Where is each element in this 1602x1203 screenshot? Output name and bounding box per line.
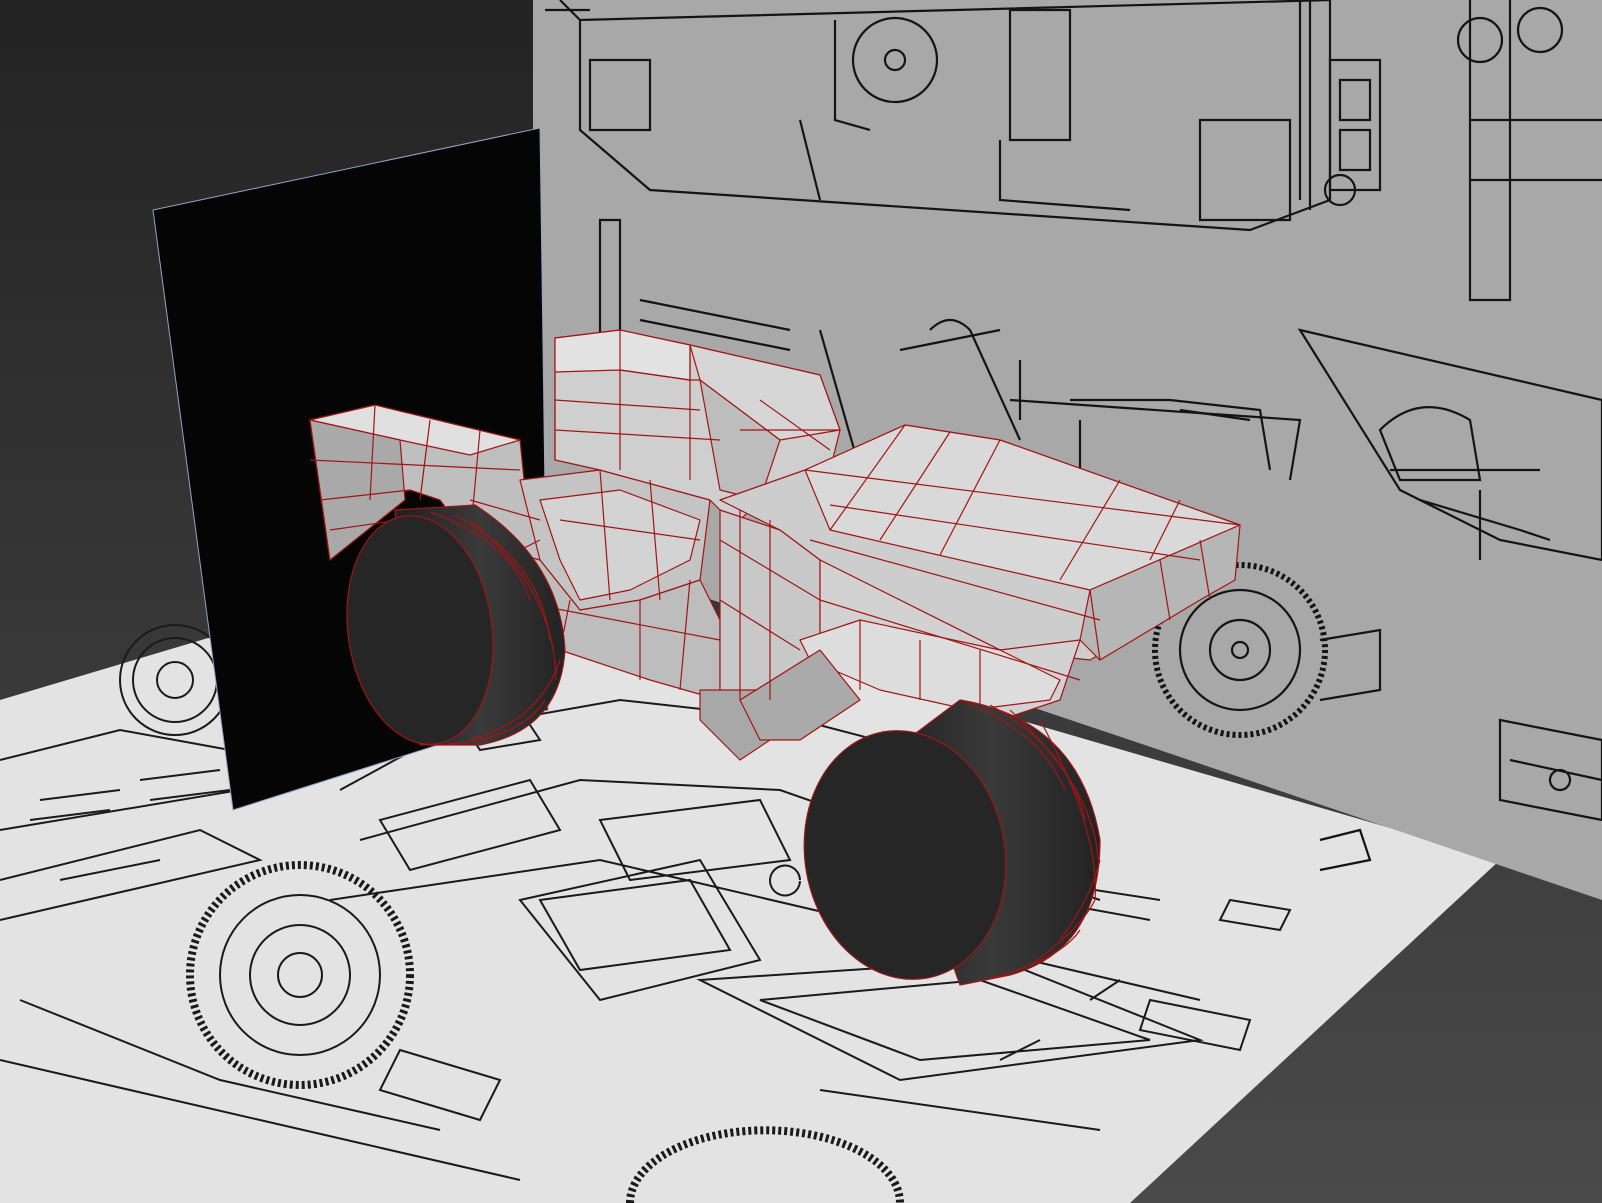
3d-viewport[interactable] [0, 0, 1602, 1203]
viewport-canvas[interactable] [0, 0, 1602, 1203]
